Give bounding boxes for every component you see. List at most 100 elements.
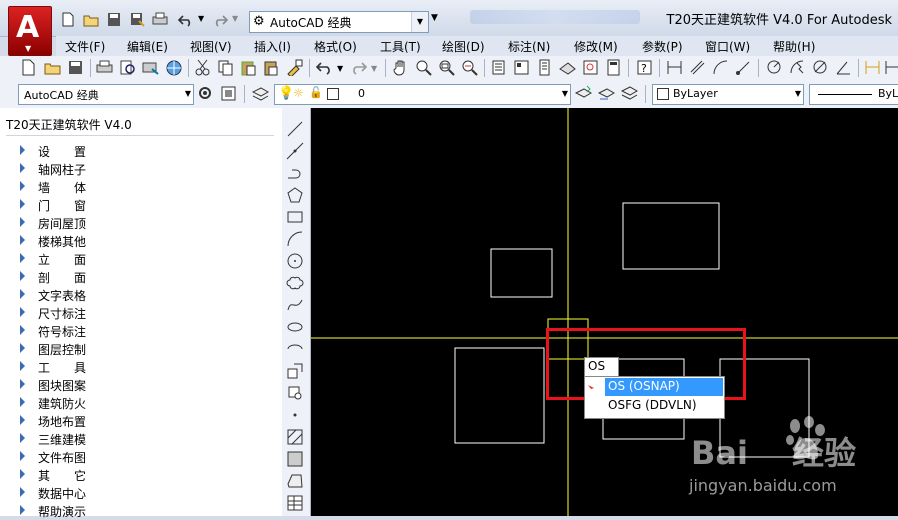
redo-icon[interactable] xyxy=(350,59,368,76)
layer-previous-icon[interactable] xyxy=(597,85,616,102)
nav-item-blocks[interactable]: 图块图案 xyxy=(20,376,260,394)
polyline-icon[interactable] xyxy=(286,164,304,182)
customize-qat-icon[interactable]: ▼ xyxy=(431,13,438,23)
menu-file[interactable]: 文件(F) xyxy=(65,38,105,55)
nav-item-site-layout[interactable]: 场地布置 xyxy=(20,412,260,430)
copy-icon[interactable] xyxy=(217,59,234,76)
insert-block-icon[interactable] xyxy=(286,362,304,380)
sun-icon[interactable]: ☼ xyxy=(293,86,304,100)
aligned-dimension-icon[interactable] xyxy=(689,59,706,76)
baseline-icon[interactable] xyxy=(884,59,898,76)
menu-dimension[interactable]: 标注(N) xyxy=(508,38,550,55)
sheet-set-icon[interactable] xyxy=(559,59,576,76)
nav-item-fire-protection[interactable]: 建筑防火 xyxy=(20,394,260,412)
chevron-down-icon[interactable]: ▼ xyxy=(562,89,568,98)
jogged-icon[interactable] xyxy=(789,59,806,76)
nav-item-symbol[interactable]: 符号标注 xyxy=(20,322,260,340)
region-icon[interactable] xyxy=(286,472,304,490)
save-as-icon[interactable] xyxy=(129,12,145,27)
publish-icon[interactable] xyxy=(142,59,159,76)
new-icon[interactable] xyxy=(20,59,37,76)
nav-item-doors-windows[interactable]: 门 窗 xyxy=(20,196,260,214)
linetype-combo[interactable]: ByL xyxy=(809,84,898,105)
menu-view[interactable]: 视图(V) xyxy=(190,38,232,55)
calculator-icon[interactable] xyxy=(605,59,622,76)
menu-insert[interactable]: 插入(I) xyxy=(254,38,291,55)
save-icon[interactable] xyxy=(106,12,122,27)
markup-icon[interactable] xyxy=(582,59,599,76)
plot-icon[interactable] xyxy=(96,59,113,76)
menu-draw[interactable]: 绘图(D) xyxy=(442,38,485,55)
pan-icon[interactable] xyxy=(392,59,409,76)
spline-icon[interactable] xyxy=(286,296,304,314)
nav-item-text-table[interactable]: 文字表格 xyxy=(20,286,260,304)
nav-item-room-roof[interactable]: 房间屋顶 xyxy=(20,214,260,232)
nav-item-other[interactable]: 其 它 xyxy=(20,466,260,484)
print-icon[interactable] xyxy=(152,12,168,27)
arc-icon[interactable] xyxy=(286,230,304,248)
zoom-window-icon[interactable] xyxy=(438,59,455,76)
nav-item-settings[interactable]: 设 置 xyxy=(20,142,260,160)
color-combo[interactable]: ByLayer ▼ xyxy=(652,84,804,105)
nav-item-axis-grid[interactable]: 轴网柱子 xyxy=(20,160,260,178)
workspace-select[interactable]: ⚙ AutoCAD 经典 ▼ xyxy=(249,11,429,33)
linear-dimension-icon[interactable] xyxy=(666,59,683,76)
3d-dwf-icon[interactable] xyxy=(165,59,182,76)
chevron-down-icon[interactable]: ▼ xyxy=(411,12,428,32)
open-icon[interactable] xyxy=(44,59,61,76)
nav-item-tools[interactable]: 工 具 xyxy=(20,358,260,376)
tool-palettes-icon[interactable] xyxy=(536,59,553,76)
make-current-layer-icon[interactable] xyxy=(574,85,593,102)
open-icon[interactable] xyxy=(83,12,99,27)
gradient-icon[interactable] xyxy=(286,450,304,468)
undo-icon[interactable] xyxy=(177,12,194,27)
chevron-down-icon[interactable]: ▼ xyxy=(795,89,801,98)
nav-item-section[interactable]: 剖 面 xyxy=(20,268,260,286)
application-menu-button[interactable]: A ▼ xyxy=(8,6,52,56)
diameter-icon[interactable] xyxy=(812,59,829,76)
nav-item-data-center[interactable]: 数据中心 xyxy=(20,484,260,502)
paste-icon[interactable] xyxy=(240,59,257,76)
radius-icon[interactable] xyxy=(766,59,783,76)
layer-combo[interactable]: 💡 ☼ 🔓 0 ▼ xyxy=(274,84,571,105)
table-icon[interactable] xyxy=(286,494,304,512)
undo-icon[interactable] xyxy=(315,59,333,76)
workspace-settings-icon[interactable] xyxy=(197,85,214,102)
customize-icon[interactable] xyxy=(220,85,237,102)
ellipse-arc-icon[interactable] xyxy=(286,340,304,358)
rectangle-icon[interactable] xyxy=(286,208,304,226)
save-icon[interactable] xyxy=(67,59,84,76)
help-icon[interactable]: ? xyxy=(636,59,653,76)
angular-icon[interactable] xyxy=(835,59,852,76)
hatch-icon[interactable] xyxy=(286,428,304,446)
menu-modify[interactable]: 修改(M) xyxy=(574,38,618,55)
ordinate-icon[interactable] xyxy=(735,59,752,76)
workspace-combo[interactable]: AutoCAD 经典 ▼ xyxy=(18,84,194,105)
cut-icon[interactable] xyxy=(194,59,211,76)
redo-dropdown-icon[interactable]: ▼ xyxy=(371,64,377,73)
drawing-canvas[interactable]: OS OS (OSNAP) OSFG (DDVLN) Bai 经验 jingyan… xyxy=(311,108,898,516)
zoom-realtime-icon[interactable] xyxy=(415,59,432,76)
redo-icon[interactable] xyxy=(212,12,229,27)
ellipse-icon[interactable] xyxy=(286,318,304,336)
autocomplete-option-osnap[interactable]: OS (OSNAP) xyxy=(605,378,723,396)
nav-item-layer-control[interactable]: 图层控制 xyxy=(20,340,260,358)
zoom-previous-icon[interactable] xyxy=(461,59,478,76)
nav-item-wall[interactable]: 墙 体 xyxy=(20,178,260,196)
chevron-down-icon[interactable]: ▼ xyxy=(185,89,191,98)
paste-special-icon[interactable] xyxy=(263,59,280,76)
dynamic-input-field[interactable]: OS xyxy=(584,357,619,377)
redo-dropdown-icon[interactable]: ▼ xyxy=(232,14,238,23)
new-icon[interactable] xyxy=(60,12,76,27)
make-block-icon[interactable] xyxy=(286,384,304,402)
lightbulb-icon[interactable]: 💡 xyxy=(278,86,294,101)
nav-item-file-layout[interactable]: 文件布图 xyxy=(20,448,260,466)
nav-item-stairs[interactable]: 楼梯其他 xyxy=(20,232,260,250)
menu-help[interactable]: 帮助(H) xyxy=(773,38,815,55)
menu-edit[interactable]: 编辑(E) xyxy=(127,38,168,55)
quick-dimension-icon[interactable] xyxy=(864,59,881,76)
point-icon[interactable] xyxy=(286,406,304,424)
lock-icon[interactable]: 🔓 xyxy=(309,86,323,99)
layer-properties-icon[interactable] xyxy=(251,85,270,102)
undo-dropdown-icon[interactable]: ▼ xyxy=(337,64,343,73)
